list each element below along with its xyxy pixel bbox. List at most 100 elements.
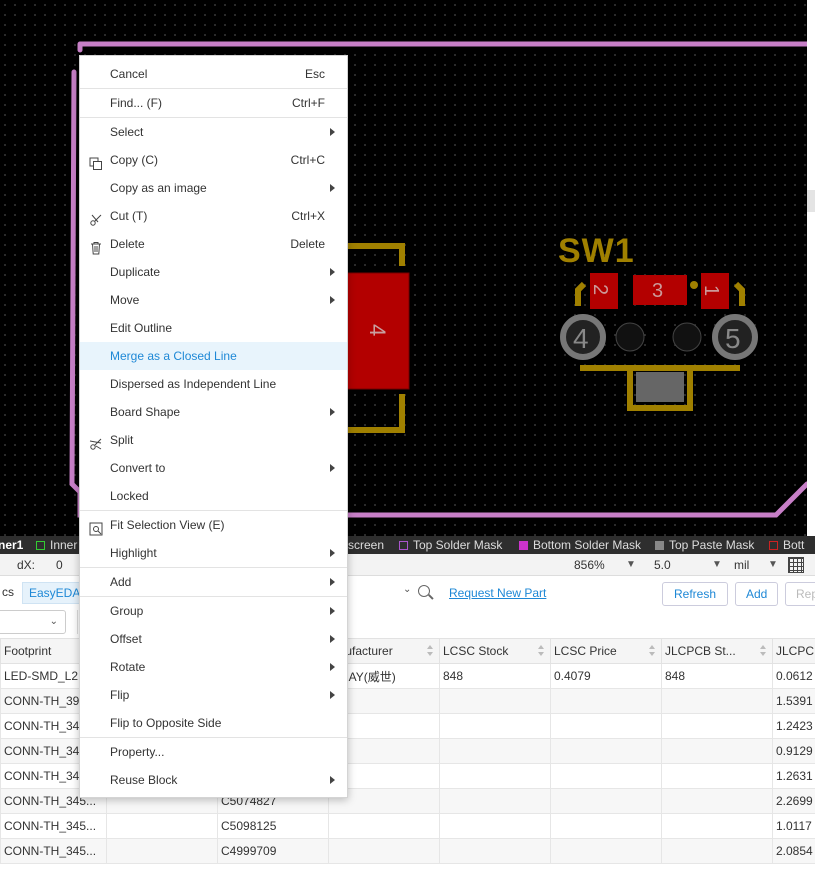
layer-color-swatch: [769, 540, 778, 550]
menu-item-label: Find... (F): [110, 96, 163, 110]
menu-item-highlight[interactable]: Highlight: [80, 539, 347, 567]
chevron-right-icon: [330, 607, 335, 615]
dx-value: 0: [56, 558, 63, 572]
chevron-right-icon: [330, 549, 335, 557]
layer-tab-label: Top Solder Mask: [413, 538, 503, 552]
table-cell: [439, 713, 551, 739]
layer-tab-inner1[interactable]: ner1: [0, 538, 23, 552]
menu-item-cut-t[interactable]: Cut (T) Ctrl+X: [80, 202, 347, 230]
table-cell: [550, 838, 662, 864]
menu-item-edit-outline[interactable]: Edit Outline: [80, 314, 347, 342]
layer-tab-top-solder-mask[interactable]: Top Solder Mask: [399, 538, 502, 552]
layer-tab-label: Inner: [50, 538, 78, 552]
layer-tab-bottom[interactable]: Bott: [769, 538, 804, 552]
chevron-right-icon: [330, 128, 335, 136]
layer-tab-silkscreen[interactable]: screen: [348, 538, 384, 552]
menu-item-property[interactable]: Property...: [80, 738, 347, 766]
table-cell: [439, 838, 551, 864]
menu-item-dispersed-as-independent-line[interactable]: Dispersed as Independent Line: [80, 370, 347, 398]
menu-item-rotate[interactable]: Rotate: [80, 653, 347, 681]
menu-item-flip[interactable]: Flip: [80, 681, 347, 709]
menu-item-copy-as-an-image[interactable]: Copy as an image: [80, 174, 347, 202]
menu-item-cancel[interactable]: Cancel Esc: [80, 60, 347, 88]
table-cell: 848: [439, 663, 551, 689]
filter-select[interactable]: ⌄: [0, 610, 66, 634]
column-header[interactable]: LCSC Stock: [439, 638, 551, 664]
menu-item-board-shape[interactable]: Board Shape: [80, 398, 347, 426]
menu-item-split[interactable]: Split: [80, 426, 347, 454]
scissors-icon: [89, 209, 103, 226]
menu-item-label: Move: [110, 293, 140, 307]
grid-size-value[interactable]: 5.0: [654, 558, 671, 572]
layer-tab-inner[interactable]: Inner: [36, 538, 77, 552]
table-cell: [439, 763, 551, 789]
replace-button[interactable]: Rep: [785, 582, 815, 606]
request-new-part-link[interactable]: Request New Part: [449, 586, 546, 600]
trash-icon: [89, 237, 103, 255]
hole-5-label: 5: [725, 323, 741, 354]
menu-item-merge-as-a-closed-line[interactable]: Merge as a Closed Line: [80, 342, 347, 370]
column-header-label: JLCPC: [776, 644, 815, 658]
menu-item-label: Add: [110, 575, 132, 589]
column-header[interactable]: LCSC Price: [550, 638, 662, 664]
npth-hole-left: [615, 322, 645, 352]
zoom-level[interactable]: 856%: [574, 558, 605, 572]
menu-item-shortcut: Ctrl+F: [292, 96, 325, 110]
menu-item-label: Edit Outline: [110, 321, 173, 335]
menu-item-fit-selection-view-e[interactable]: Fit Selection View (E): [80, 511, 347, 539]
tab-easyeda[interactable]: EasyEDA: [22, 582, 88, 604]
table-cell: 848: [661, 663, 773, 689]
layer-tab-bottom-solder-mask[interactable]: Bottom Solder Mask: [519, 538, 641, 552]
layer-color-swatch: [399, 540, 408, 550]
table-row[interactable]: CONN-TH_345... C4999709 2.0854: [0, 838, 815, 864]
unit-select[interactable]: mil: [734, 558, 749, 572]
add-button[interactable]: Add: [735, 582, 778, 606]
menu-item-label: Convert to: [110, 461, 166, 475]
table-cell: [661, 713, 773, 739]
table-cell: C5098125: [217, 813, 329, 839]
menu-item-label: Split: [110, 433, 134, 447]
sort-icon[interactable]: [427, 645, 434, 657]
menu-item-offset[interactable]: Offset: [80, 625, 347, 653]
layer-tab-top-paste-mask[interactable]: Top Paste Mask: [655, 538, 754, 552]
refresh-button[interactable]: Refresh: [662, 582, 728, 606]
chevron-down-icon[interactable]: ▼: [712, 559, 722, 570]
chevron-right-icon: [330, 296, 335, 304]
table-cell: [661, 738, 773, 764]
menu-item-flip-to-opposite-side[interactable]: Flip to Opposite Side: [80, 709, 347, 737]
column-header[interactable]: JLCPCB St...: [661, 638, 773, 664]
chevron-down-icon[interactable]: ▼: [626, 559, 636, 570]
menu-item-select[interactable]: Select: [80, 118, 347, 146]
sort-icon[interactable]: [538, 645, 545, 657]
grid-icon[interactable]: [788, 557, 804, 573]
menu-item-delete[interactable]: Delete Delete: [80, 230, 347, 258]
chevron-down-icon[interactable]: ⌄: [403, 584, 411, 595]
table-cell: [550, 763, 662, 789]
menu-item-move[interactable]: Move: [80, 286, 347, 314]
column-header[interactable]: JLCPC: [772, 638, 815, 664]
menu-item-group[interactable]: Group: [80, 597, 347, 625]
table-row[interactable]: CONN-TH_345... C5098125 1.0117: [0, 813, 815, 839]
menu-item-label: Locked: [110, 489, 149, 503]
sort-icon[interactable]: [760, 645, 767, 657]
paste-pad[interactable]: [636, 372, 684, 402]
table-cell: [106, 813, 218, 839]
column-header-label: LCSC Stock: [443, 644, 509, 658]
table-cell: [550, 713, 662, 739]
sort-icon[interactable]: [649, 645, 656, 657]
menu-item-locked[interactable]: Locked: [80, 482, 347, 510]
column-header-label: Footprint: [4, 644, 52, 658]
menu-item-duplicate[interactable]: Duplicate: [80, 258, 347, 286]
menu-item-reuse-block[interactable]: Reuse Block: [80, 766, 347, 794]
menu-item-label: Offset: [110, 632, 142, 646]
menu-item-find-f[interactable]: Find... (F) Ctrl+F: [80, 89, 347, 117]
layer-color-swatch: [655, 540, 664, 550]
chevron-down-icon[interactable]: ▼: [768, 559, 778, 570]
menu-item-copy-c[interactable]: Copy (C) Ctrl+C: [80, 146, 347, 174]
tab-symbols[interactable]: cs: [0, 582, 20, 604]
menu-item-convert-to[interactable]: Convert to: [80, 454, 347, 482]
menu-item-add[interactable]: Add: [80, 568, 347, 596]
table-cell: 1.5391: [772, 688, 815, 714]
search-icon[interactable]: [418, 585, 430, 597]
layer-color-swatch: [36, 540, 45, 550]
